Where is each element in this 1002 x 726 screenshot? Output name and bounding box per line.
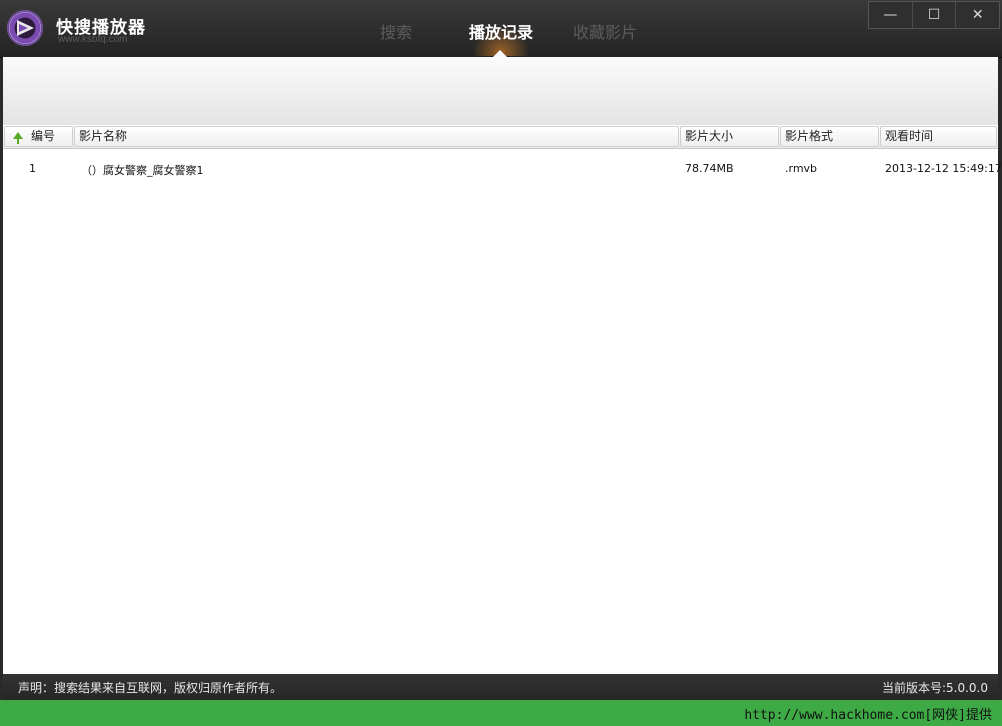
app-url: www.ksbfq.com (58, 34, 128, 45)
row-watch-time: 2013-12-12 15:49:17 (885, 162, 1002, 175)
close-icon: ✕ (971, 7, 984, 23)
title-bar: 快搜播放器 www.ksbfq.com 搜索 播放记录 收藏影片 — ☐ ✕ (0, 0, 1002, 58)
credit-text: http://www.hackhome.com[网侠]提供 (744, 708, 992, 723)
minimize-button[interactable]: — (869, 2, 913, 28)
tab-play-history[interactable]: 播放记录 (469, 19, 533, 43)
maximize-icon: ☐ (927, 7, 941, 23)
sort-up-icon[interactable] (13, 132, 23, 144)
credit-bar: http://www.hackhome.com[网侠]提供 (0, 700, 1002, 726)
row-title: （）腐女警察_腐女警察1 (81, 164, 204, 177)
tab-favorites[interactable]: 收藏影片 (573, 19, 637, 43)
minimize-icon: — (883, 7, 898, 23)
table-header: 编号 影片名称 影片大小 影片格式 观看时间 (3, 125, 998, 149)
column-label-number: 编号 (31, 129, 56, 143)
close-button[interactable]: ✕ (956, 2, 999, 28)
column-header-number[interactable]: 编号 (4, 126, 73, 147)
active-tab-caret-icon (493, 50, 507, 57)
row-format: .rmvb (785, 162, 818, 175)
toolbar-area (3, 57, 998, 126)
column-header-format[interactable]: 影片格式 (780, 126, 879, 147)
window-controls: — ☐ ✕ (868, 1, 1000, 29)
app-logo-icon (7, 10, 43, 46)
column-label-format: 影片格式 (785, 129, 834, 143)
column-label-size: 影片大小 (685, 129, 734, 143)
column-header-size[interactable]: 影片大小 (680, 126, 779, 147)
column-label-name: 影片名称 (79, 129, 128, 143)
maximize-button[interactable]: ☐ (913, 2, 957, 28)
version-text: 当前版本号:5.0.0.0 (881, 681, 988, 695)
row-number: 1 (29, 162, 36, 175)
disclaimer-text: 声明：搜索结果来自互联网，版权归原作者所有。 (18, 681, 283, 695)
main-content: 编号 影片名称 影片大小 影片格式 观看时间 1 （）腐女警察_腐女警察1 78… (3, 57, 1002, 674)
column-header-name[interactable]: 影片名称 (74, 126, 679, 147)
tab-search[interactable]: 搜索 (380, 19, 412, 43)
column-label-time: 观看时间 (885, 129, 934, 143)
row-size: 78.74MB (685, 162, 734, 175)
column-header-time[interactable]: 观看时间 (880, 126, 997, 147)
status-bar: 声明：搜索结果来自互联网，版权归原作者所有。 当前版本号:5.0.0.0 (3, 674, 998, 700)
table-row[interactable]: 1 （）腐女警察_腐女警察1 78.74MB .rmvb 2013-12-12 … (3, 160, 1002, 178)
player-window: 快搜播放器 www.ksbfq.com 搜索 播放记录 收藏影片 — ☐ ✕ 编… (0, 0, 1002, 726)
